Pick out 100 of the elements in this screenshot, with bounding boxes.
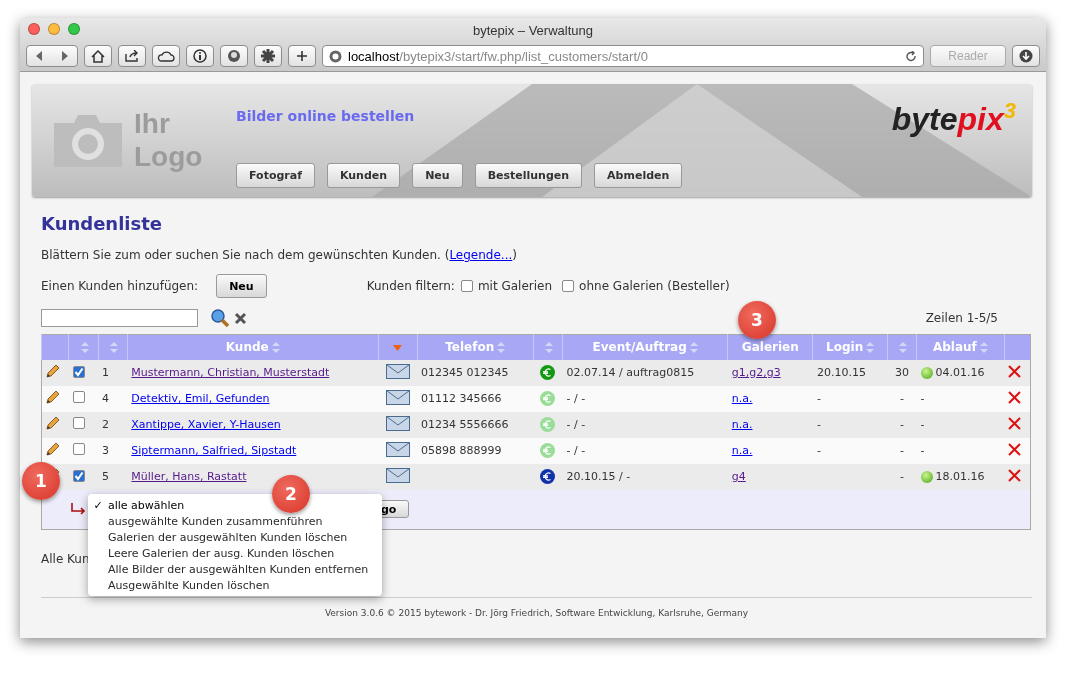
delete-icon[interactable]	[1008, 390, 1022, 404]
cloud-icon	[157, 50, 175, 62]
home-button[interactable]	[84, 45, 112, 67]
customer-link[interactable]: Mustermann, Christian, Musterstadt	[131, 366, 330, 379]
nav-button[interactable]: Abmelden	[594, 163, 683, 188]
row-count: Zeilen 1-5/5	[925, 311, 998, 325]
page-title: Kundenliste	[41, 213, 164, 234]
back-forward-icon	[34, 51, 70, 61]
gallery-link[interactable]: g1,g2,g3	[731, 366, 781, 379]
event-text: - / -	[562, 385, 728, 412]
reload-icon[interactable]	[906, 50, 917, 62]
menu-item[interactable]: Alle Bilder der ausgewählten Kunden entfernen	[88, 561, 382, 577]
checkbox[interactable]	[562, 280, 575, 292]
row-number: 4	[98, 385, 128, 412]
menu-item[interactable]: Galerien der ausgewählten Kunden löschen	[88, 529, 382, 545]
clear-icon[interactable]	[234, 311, 247, 325]
nav-button[interactable]: Kunden	[326, 163, 401, 188]
phone-number: 05898 888999	[421, 444, 502, 457]
share-icon	[125, 50, 139, 62]
info-icon	[193, 49, 207, 63]
minimize-icon[interactable]	[48, 23, 60, 35]
expiry-date: -	[920, 392, 925, 405]
legend-link[interactable]: Legende...	[449, 248, 513, 262]
login-count: -	[887, 437, 917, 464]
gallery-link[interactable]: n.a.	[731, 444, 753, 457]
delete-icon[interactable]	[1008, 468, 1022, 482]
add-tab-button[interactable]	[288, 45, 316, 67]
envelope-icon[interactable]	[385, 415, 410, 431]
expiry-date: 18.01.16	[935, 470, 985, 483]
customer-link[interactable]: Müller, Hans, Rastatt	[131, 470, 247, 483]
checkbox[interactable]	[72, 443, 85, 455]
filter-label: mit Galerien	[477, 279, 553, 293]
puzzle-button[interactable]	[254, 45, 282, 67]
pencil-icon[interactable]	[46, 442, 60, 456]
envelope-icon[interactable]	[385, 389, 410, 405]
row-number: 3	[98, 437, 128, 464]
euro-icon[interactable]	[540, 469, 556, 484]
customer-link[interactable]: Siptermann, Salfried, Sipstadt	[131, 444, 297, 457]
callout-badge: 1	[22, 462, 60, 500]
zoom-icon[interactable]	[68, 23, 80, 35]
nav-button[interactable]: Bestellungen	[474, 163, 583, 188]
add-label: Einen Kunden hinzufügen:	[41, 279, 199, 293]
login-date: -	[816, 392, 821, 405]
login-count: -	[887, 385, 917, 412]
pencil-icon[interactable]	[46, 364, 60, 378]
address-field[interactable]: localhost/bytepix3/start/fw.php/list_customers/start/0	[322, 45, 924, 67]
footer-text: Version 3.0.6 © 2015 bytework - Dr. Jörg Friedrich, Software Entwicklung, Karlsruhe, Germany	[41, 597, 1032, 618]
plus-icon	[297, 51, 307, 61]
menu-item[interactable]: Leere Galerien der ausg. Kunden löschen	[88, 545, 382, 561]
window-title: bytepix – Verwaltung	[472, 22, 594, 38]
nav-button[interactable]: Fotograf	[236, 163, 315, 188]
delete-icon[interactable]	[1008, 416, 1022, 430]
extension-button[interactable]	[220, 45, 248, 67]
pencil-icon[interactable]	[46, 390, 60, 404]
customer-link[interactable]: Xantippe, Xavier, Y-Hausen	[131, 418, 281, 431]
brand-logo: bytepix$^{3}$	[891, 98, 1016, 138]
phone-number: 012345 012345	[421, 366, 509, 379]
expiry-date: -	[920, 444, 925, 457]
site-icon	[329, 49, 342, 63]
envelope-icon[interactable]	[385, 363, 410, 379]
cloud-button[interactable]	[152, 45, 180, 67]
login-date: 20.10.15	[816, 366, 866, 379]
search-field[interactable]	[41, 309, 198, 327]
row-number: 2	[98, 411, 128, 438]
checkbox[interactable]	[460, 280, 473, 292]
home-icon	[91, 49, 105, 63]
callout-badge: 3	[738, 301, 776, 339]
delete-icon[interactable]	[1008, 364, 1022, 378]
nav-button[interactable]: Neu	[412, 163, 463, 188]
gallery-link[interactable]: n.a.	[731, 392, 753, 405]
customer-link[interactable]: Detektiv, Emil, Gefunden	[131, 392, 270, 405]
envelope-icon[interactable]	[385, 441, 410, 457]
back-forward-button[interactable]	[26, 45, 78, 67]
checkbox[interactable]	[72, 469, 85, 482]
filter-label: Kunden filtern:	[366, 279, 455, 293]
tagline: Bilder online bestellen	[236, 108, 416, 124]
return-arrow-icon	[70, 503, 88, 516]
envelope-icon[interactable]	[385, 467, 410, 483]
checkbox[interactable]	[72, 417, 85, 429]
login-count: -	[887, 463, 917, 490]
gallery-link[interactable]: n.a.	[731, 418, 753, 431]
pencil-icon[interactable]	[46, 416, 60, 430]
download-icon	[1019, 49, 1033, 63]
close-icon[interactable]	[28, 23, 40, 35]
gallery-link[interactable]: g4	[731, 470, 746, 483]
expiry-date: 04.01.16	[935, 366, 985, 379]
login-count: 30	[887, 359, 917, 386]
asterisk-icon	[261, 49, 275, 63]
new-button[interactable]: Neu	[216, 274, 267, 298]
info-button[interactable]	[186, 45, 214, 67]
delete-icon[interactable]	[1008, 442, 1022, 456]
checkbox[interactable]	[72, 365, 85, 378]
share-button[interactable]	[118, 45, 146, 67]
download-button[interactable]	[1012, 45, 1040, 67]
checkbox[interactable]	[72, 391, 85, 403]
phone-number: 01234 5556666	[421, 418, 509, 431]
row-number: 1	[98, 359, 128, 386]
search-icon[interactable]	[210, 308, 230, 328]
menu-item[interactable]: Ausgewählte Kunden löschen	[88, 577, 382, 593]
column-header[interactable]	[378, 334, 418, 360]
